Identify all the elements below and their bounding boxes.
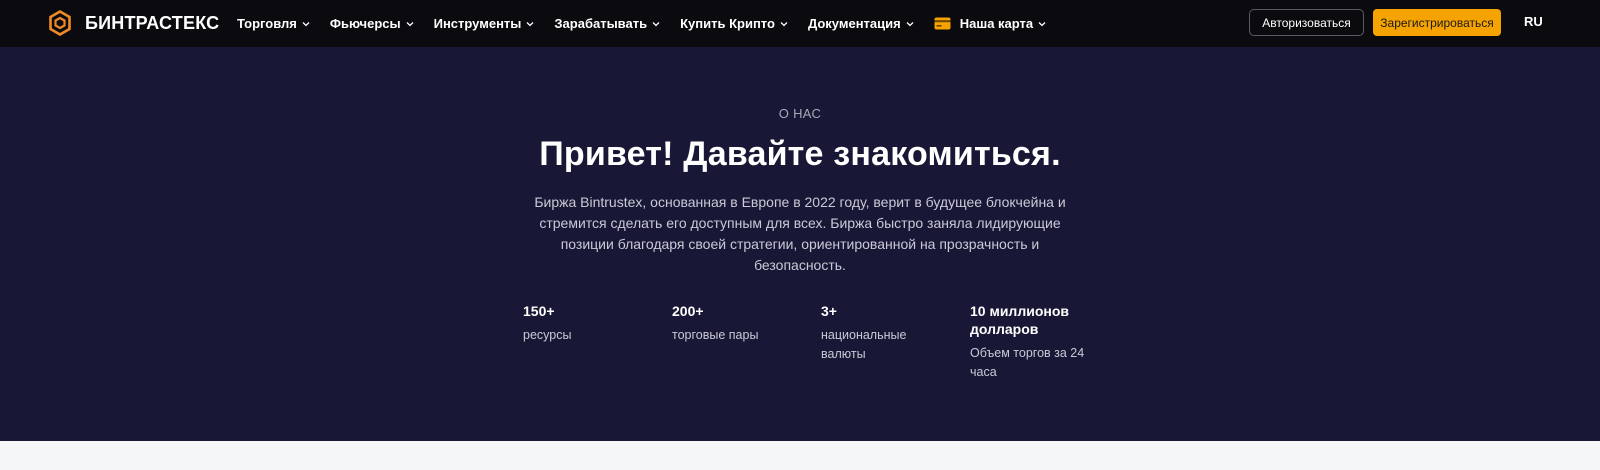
brand-link[interactable]: БИНТРАСТЕКС: [49, 10, 219, 36]
stats-row: 150+ ресурсы 200+ торговые пары 3+ нацио…: [523, 302, 1123, 392]
language-selector[interactable]: RU: [1524, 14, 1543, 29]
register-button[interactable]: Зарегистрироваться: [1373, 9, 1501, 36]
chevron-down-icon: [302, 21, 310, 26]
login-button[interactable]: Авторизоваться: [1249, 9, 1364, 36]
stat-label: ресурсы: [523, 328, 572, 342]
chevron-down-icon: [526, 21, 534, 26]
brand-name: БИНТРАСТЕКС: [85, 12, 220, 33]
stat-label: Объем торгов за 24 часа: [970, 346, 1085, 379]
nav-item-label: Купить Крипто: [680, 16, 775, 31]
nav-item-label: Инструменты: [433, 16, 522, 31]
nav-item-label: Фьючерсы: [329, 16, 401, 31]
stat-value: 3+: [821, 303, 837, 319]
chevron-down-icon: [406, 21, 414, 26]
nav-item-futures[interactable]: Фьючерсы: [330, 16, 414, 31]
nav-item-label: Наша карта: [959, 16, 1034, 31]
stat-value: 200+: [672, 303, 704, 319]
stat-national-currencies: 3+ национальные валюты: [821, 302, 921, 364]
nav-item-buy-crypto[interactable]: Купить Крипто: [680, 16, 788, 31]
nav-item-label: Документация: [807, 16, 901, 31]
chevron-down-icon: [780, 21, 788, 26]
page-title: Привет! Давайте знакомиться.: [539, 135, 1061, 173]
main-nav: Торговля Фьючерсы Инструменты Зарабатыва…: [237, 0, 1066, 47]
stat-label: торговые пары: [672, 328, 759, 342]
chevron-down-icon: [906, 21, 914, 26]
nav-item-earn[interactable]: Зарабатывать: [554, 16, 660, 31]
nav-item-docs[interactable]: Документация: [808, 16, 914, 31]
chevron-down-icon: [1038, 21, 1046, 26]
stat-value: 150+: [523, 303, 555, 319]
card-icon: [934, 17, 951, 30]
page-bottom-strip: [0, 441, 1600, 470]
stat-trading-pairs: 200+ торговые пары: [672, 302, 802, 345]
nav-item-tools[interactable]: Инструменты: [434, 16, 535, 31]
chevron-down-icon: [652, 21, 660, 26]
nav-item-label: Зарабатывать: [554, 16, 648, 31]
hero-description: Биржа Bintrustex, основанная в Европе в …: [534, 194, 1066, 273]
about-hero: О НАС Привет! Давайте знакомиться. Биржа…: [0, 47, 1600, 441]
stat-resources: 150+ ресурсы: [523, 302, 653, 345]
stat-value: 10 миллионов долларов: [970, 303, 1069, 337]
top-navbar: БИНТРАСТЕКС Торговля Фьючерсы Инструмент…: [0, 0, 1600, 47]
nav-item-trading[interactable]: Торговля: [237, 16, 310, 31]
section-eyebrow: О НАС: [778, 106, 822, 121]
nav-item-our-card[interactable]: Наша карта: [934, 16, 1046, 31]
hexagon-logo-icon: [49, 10, 71, 36]
nav-item-label: Торговля: [237, 16, 297, 31]
stat-trading-volume: 10 миллионов долларов Объем торгов за 24…: [970, 302, 1090, 382]
stat-label: национальные валюты: [821, 328, 907, 361]
